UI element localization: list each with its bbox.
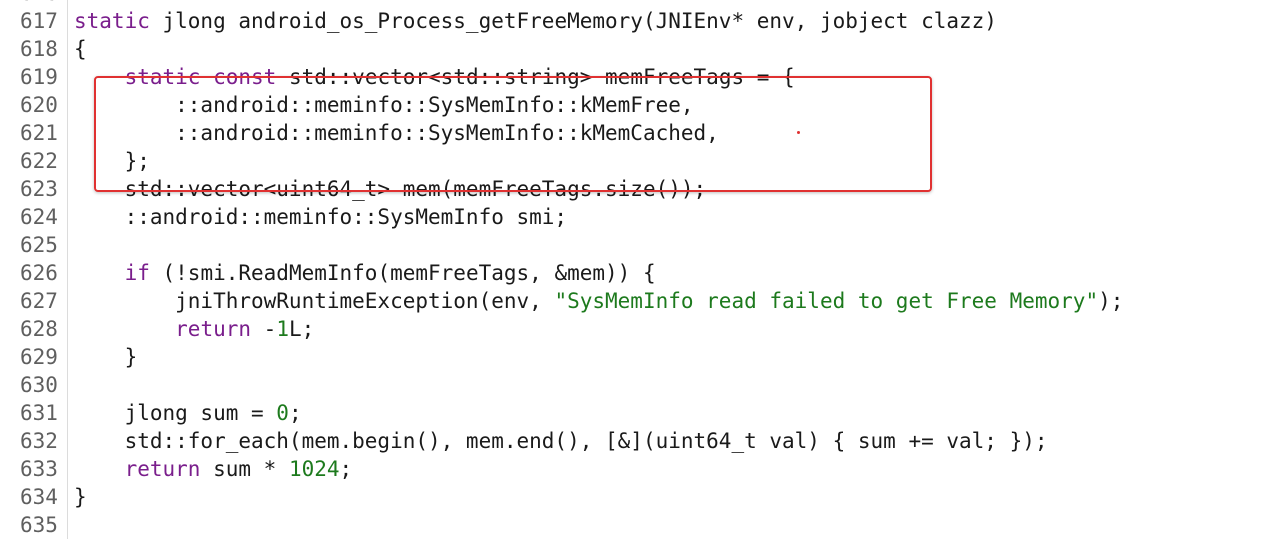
annotation-dot <box>797 131 800 134</box>
code-text: std::vector<uint64_t> mem(memFreeTags.si… <box>68 175 1266 203</box>
code-text: return sum * 1024; <box>68 455 1266 483</box>
line-number: 633 <box>0 455 68 483</box>
code-line: 628 return -1L; <box>0 315 1266 343</box>
code-text: ::android::meminfo::SysMemInfo::kMemFree… <box>68 91 1266 119</box>
code-token: } <box>74 345 138 369</box>
code-line: 620 ::android::meminfo::SysMemInfo::kMem… <box>0 91 1266 119</box>
code-text: jlong sum = 0; <box>68 399 1266 427</box>
code-line: 625 <box>0 231 1266 259</box>
code-text: ::android::meminfo::SysMemInfo smi; <box>68 203 1266 231</box>
code-line: 635 <box>0 511 1266 539</box>
line-number: 622 <box>0 147 68 175</box>
code-token: ::android::meminfo::SysMemInfo smi; <box>74 205 568 229</box>
code-token: std::for_each(mem.begin(), mem.end(), [&… <box>74 429 1048 453</box>
code-line: 619 static const std::vector<std::string… <box>0 63 1266 91</box>
code-line: 631 jlong sum = 0; <box>0 399 1266 427</box>
code-token: (!smi.ReadMemInfo(memFreeTags, &mem)) { <box>149 261 656 285</box>
line-number: 625 <box>0 231 68 259</box>
code-line: 624 ::android::meminfo::SysMemInfo smi; <box>0 203 1266 231</box>
code-text: { <box>68 35 1266 63</box>
keyword-token: const <box>213 65 277 89</box>
number-token: 1 <box>276 317 289 341</box>
number-token: 0 <box>276 401 289 425</box>
code-line: 618{ <box>0 35 1266 63</box>
code-token: } <box>74 485 87 509</box>
code-token: std::vector<uint64_t> mem(memFreeTags.si… <box>74 177 707 201</box>
code-token: jlong sum = <box>74 401 277 425</box>
code-token: sum * <box>200 457 289 481</box>
line-number: 626 <box>0 259 68 287</box>
code-text: static const std::vector<std::string> me… <box>68 63 1266 91</box>
line-number: 627 <box>0 287 68 315</box>
code-token: ; <box>288 401 302 425</box>
code-text: }; <box>68 147 1266 175</box>
line-number: 616 <box>0 0 68 7</box>
line-number: 634 <box>0 483 68 511</box>
code-token: ); <box>1098 289 1124 313</box>
line-number: 632 <box>0 427 68 455</box>
code-view: 616617static jlong android_os_Process_ge… <box>0 0 1266 539</box>
code-token: jlong android_os_Process_getFreeMemory(J… <box>149 9 997 33</box>
code-token: ::android::meminfo::SysMemInfo::kMemFree… <box>74 93 694 117</box>
code-token: ; <box>339 457 353 481</box>
code-text: } <box>68 343 1266 371</box>
line-number: 621 <box>0 119 68 147</box>
code-text: ::android::meminfo::SysMemInfo::kMemCach… <box>68 119 1266 147</box>
code-line: 626 if (!smi.ReadMemInfo(memFreeTags, &m… <box>0 259 1266 287</box>
number-token: 1024 <box>288 457 340 481</box>
code-line: 634} <box>0 483 1266 511</box>
code-token: }; <box>74 149 150 173</box>
keyword-token: return <box>175 317 252 341</box>
code-line: 623 std::vector<uint64_t> mem(memFreeTag… <box>0 175 1266 203</box>
code-text: } <box>68 483 1266 511</box>
code-line: 621 ::android::meminfo::SysMemInfo::kMem… <box>0 119 1266 147</box>
code-text: jniThrowRuntimeException(env, "SysMemInf… <box>68 287 1266 315</box>
code-line: 617 static jlong android_os_Process_getFr… <box>0 7 1266 35</box>
code-line: 627 jniThrowRuntimeException(env, "SysMe… <box>0 287 1266 315</box>
code-token: L; <box>288 317 315 341</box>
line-number: 624 <box>0 203 68 231</box>
code-line: 616 <box>0 0 1266 7</box>
line-number: 629 <box>0 343 68 371</box>
code-line: 633 return sum * 1024; <box>0 455 1266 483</box>
line-number: 619 <box>0 63 68 91</box>
line-number: 623 <box>0 175 68 203</box>
code-line: 630 <box>0 371 1266 399</box>
code-text: std::for_each(mem.begin(), mem.end(), [&… <box>68 427 1266 455</box>
line-number: 618 <box>0 35 68 63</box>
line-number: 617 <box>0 7 68 35</box>
line-number: 630 <box>0 371 68 399</box>
code-token: - <box>251 317 277 341</box>
code-line: 629 } <box>0 343 1266 371</box>
code-text: return -1L; <box>68 315 1266 343</box>
string-token: "SysMemInfo read failed to get Free Memo… <box>554 289 1099 313</box>
keyword-token: if <box>124 261 150 285</box>
keyword-token: static <box>74 9 150 33</box>
code-token: { <box>74 37 87 61</box>
code-token: std::vector<std::string> memFreeTags = { <box>276 65 795 89</box>
code-text: if (!smi.ReadMemInfo(memFreeTags, &mem))… <box>68 259 1266 287</box>
code-token: ::android::meminfo::SysMemInfo::kMemCach… <box>74 121 719 145</box>
code-line: 632 std::for_each(mem.begin(), mem.end()… <box>0 427 1266 455</box>
code-token: jniThrowRuntimeException(env, <box>74 289 555 313</box>
keyword-token: static <box>124 65 201 89</box>
code-line: 622 }; <box>0 147 1266 175</box>
line-number: 628 <box>0 315 68 343</box>
line-number: 635 <box>0 511 68 539</box>
line-number: 620 <box>0 91 68 119</box>
keyword-token: return <box>124 457 201 481</box>
code-text: static jlong android_os_Process_getFreeM… <box>68 7 1266 35</box>
line-number: 631 <box>0 399 68 427</box>
